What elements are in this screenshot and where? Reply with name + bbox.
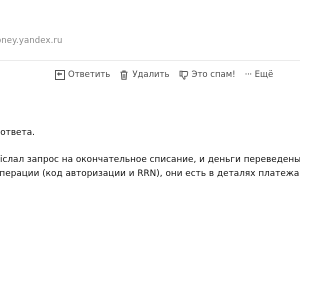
more-button[interactable]: ··· Ещё — [245, 70, 274, 80]
reply-label: Ответить — [68, 70, 111, 80]
header-divider — [0, 60, 300, 61]
more-label: Ещё — [254, 70, 274, 80]
message-toolbar: Ответить Удалить Это спам! ··· Ещё — [55, 68, 273, 82]
body-line: идание ответа. — [0, 128, 35, 138]
reply-icon — [55, 70, 65, 80]
email-view: oney.yandex.ru Ответить Удалить Это спам… — [0, 0, 300, 300]
spam-button[interactable]: Это спам! — [179, 70, 236, 80]
body-line: іслал запрос на окончательное списание, … — [0, 155, 300, 165]
delete-label: Удалить — [132, 70, 170, 80]
trash-icon — [119, 70, 129, 80]
thumbs-down-icon — [179, 70, 189, 80]
reply-button[interactable]: Ответить — [55, 70, 110, 80]
body-line: операции (код авторизации и RRN), они ес… — [0, 169, 300, 179]
dots-icon: ··· — [244, 70, 253, 80]
sender-email[interactable]: oney.yandex.ru — [0, 36, 62, 46]
delete-button[interactable]: Удалить — [119, 70, 170, 80]
spam-label: Это спам! — [191, 70, 236, 80]
